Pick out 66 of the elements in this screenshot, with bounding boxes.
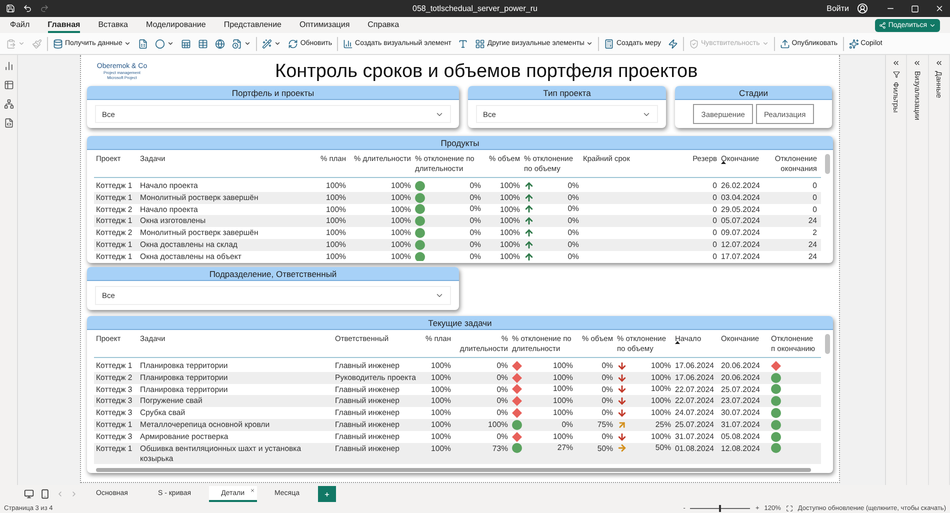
upload-icon xyxy=(780,38,790,48)
caret-icon xyxy=(124,40,132,47)
caret-icon xyxy=(586,40,594,47)
table-icon xyxy=(198,38,208,48)
caret-icon xyxy=(929,22,936,29)
spreadsheet-icon xyxy=(138,38,148,48)
circle-icon xyxy=(155,38,166,48)
database-icon xyxy=(53,38,63,48)
fit-page-icon[interactable] xyxy=(786,504,793,512)
mobile-view-icon[interactable] xyxy=(40,489,50,499)
clock-file-icon xyxy=(232,38,242,48)
caret-icon xyxy=(167,40,174,47)
desktop-view-icon[interactable] xyxy=(24,489,34,499)
caret-icon xyxy=(274,40,282,47)
menu-tab[interactable]: Моделирование xyxy=(146,20,206,33)
menu-tab[interactable]: Оптимизация xyxy=(300,20,350,33)
expand-icon[interactable] xyxy=(913,59,922,67)
expand-icon[interactable] xyxy=(934,59,943,67)
menu-tab[interactable]: Справка xyxy=(368,20,400,33)
report-view-icon[interactable] xyxy=(4,61,14,71)
shield-icon xyxy=(689,38,700,48)
slicer-title: Портфель и проекты xyxy=(87,86,459,100)
bar-chart-icon xyxy=(343,38,354,48)
table-view-icon[interactable] xyxy=(4,80,14,90)
undo-icon[interactable] xyxy=(23,4,32,13)
slicer-title: Стадии xyxy=(675,86,832,100)
wand-icon xyxy=(262,38,272,48)
redo-icon[interactable] xyxy=(40,4,49,13)
scrollbar-thumb[interactable] xyxy=(96,468,811,472)
filter-icon xyxy=(892,71,900,78)
refresh-icon xyxy=(288,38,298,48)
avatar-icon[interactable] xyxy=(857,3,868,14)
caret-icon xyxy=(18,40,25,47)
scrollbar-thumb[interactable] xyxy=(825,334,830,354)
text-box-icon xyxy=(458,38,468,48)
scrollbar-thumb[interactable] xyxy=(825,154,830,174)
slicer-title: Тип проекта xyxy=(468,86,666,100)
dax-view-icon[interactable] xyxy=(4,118,14,128)
plus-icon xyxy=(324,490,330,498)
globe-icon xyxy=(215,38,226,48)
sign-in-link[interactable]: Войти xyxy=(826,4,849,13)
caret-icon xyxy=(244,40,252,47)
table-title: Продукты xyxy=(87,136,833,150)
brush-icon xyxy=(32,38,42,48)
add-page-button[interactable] xyxy=(318,486,336,502)
sparkles-icon xyxy=(848,38,859,48)
menu-tab[interactable]: Файл xyxy=(10,20,30,33)
window-title: 058_totlschedual_server_power_ru xyxy=(412,4,538,13)
model-view-icon[interactable] xyxy=(4,99,14,109)
lightning-icon xyxy=(668,38,678,48)
maximize-icon[interactable] xyxy=(911,4,919,12)
slicer-title: Подразделение, Ответственный xyxy=(87,267,459,281)
save-icon[interactable] xyxy=(6,4,15,13)
share-icon xyxy=(879,22,886,29)
expand-icon[interactable] xyxy=(892,59,900,67)
zoom-thumb[interactable] xyxy=(719,504,722,512)
chevron-down-icon xyxy=(435,291,444,300)
menu-tab[interactable]: Представление xyxy=(224,20,282,33)
report-title: Контроль сроков и объемов портфеля проектов xyxy=(275,60,698,82)
menu-tab[interactable]: Вставка xyxy=(98,20,128,33)
table-title: Текущие задачи xyxy=(87,316,833,330)
sheet-icon xyxy=(181,38,192,48)
grid-icon xyxy=(475,38,486,48)
caret-icon xyxy=(762,40,769,47)
calculator-icon xyxy=(604,38,614,48)
paste-icon xyxy=(6,38,16,48)
